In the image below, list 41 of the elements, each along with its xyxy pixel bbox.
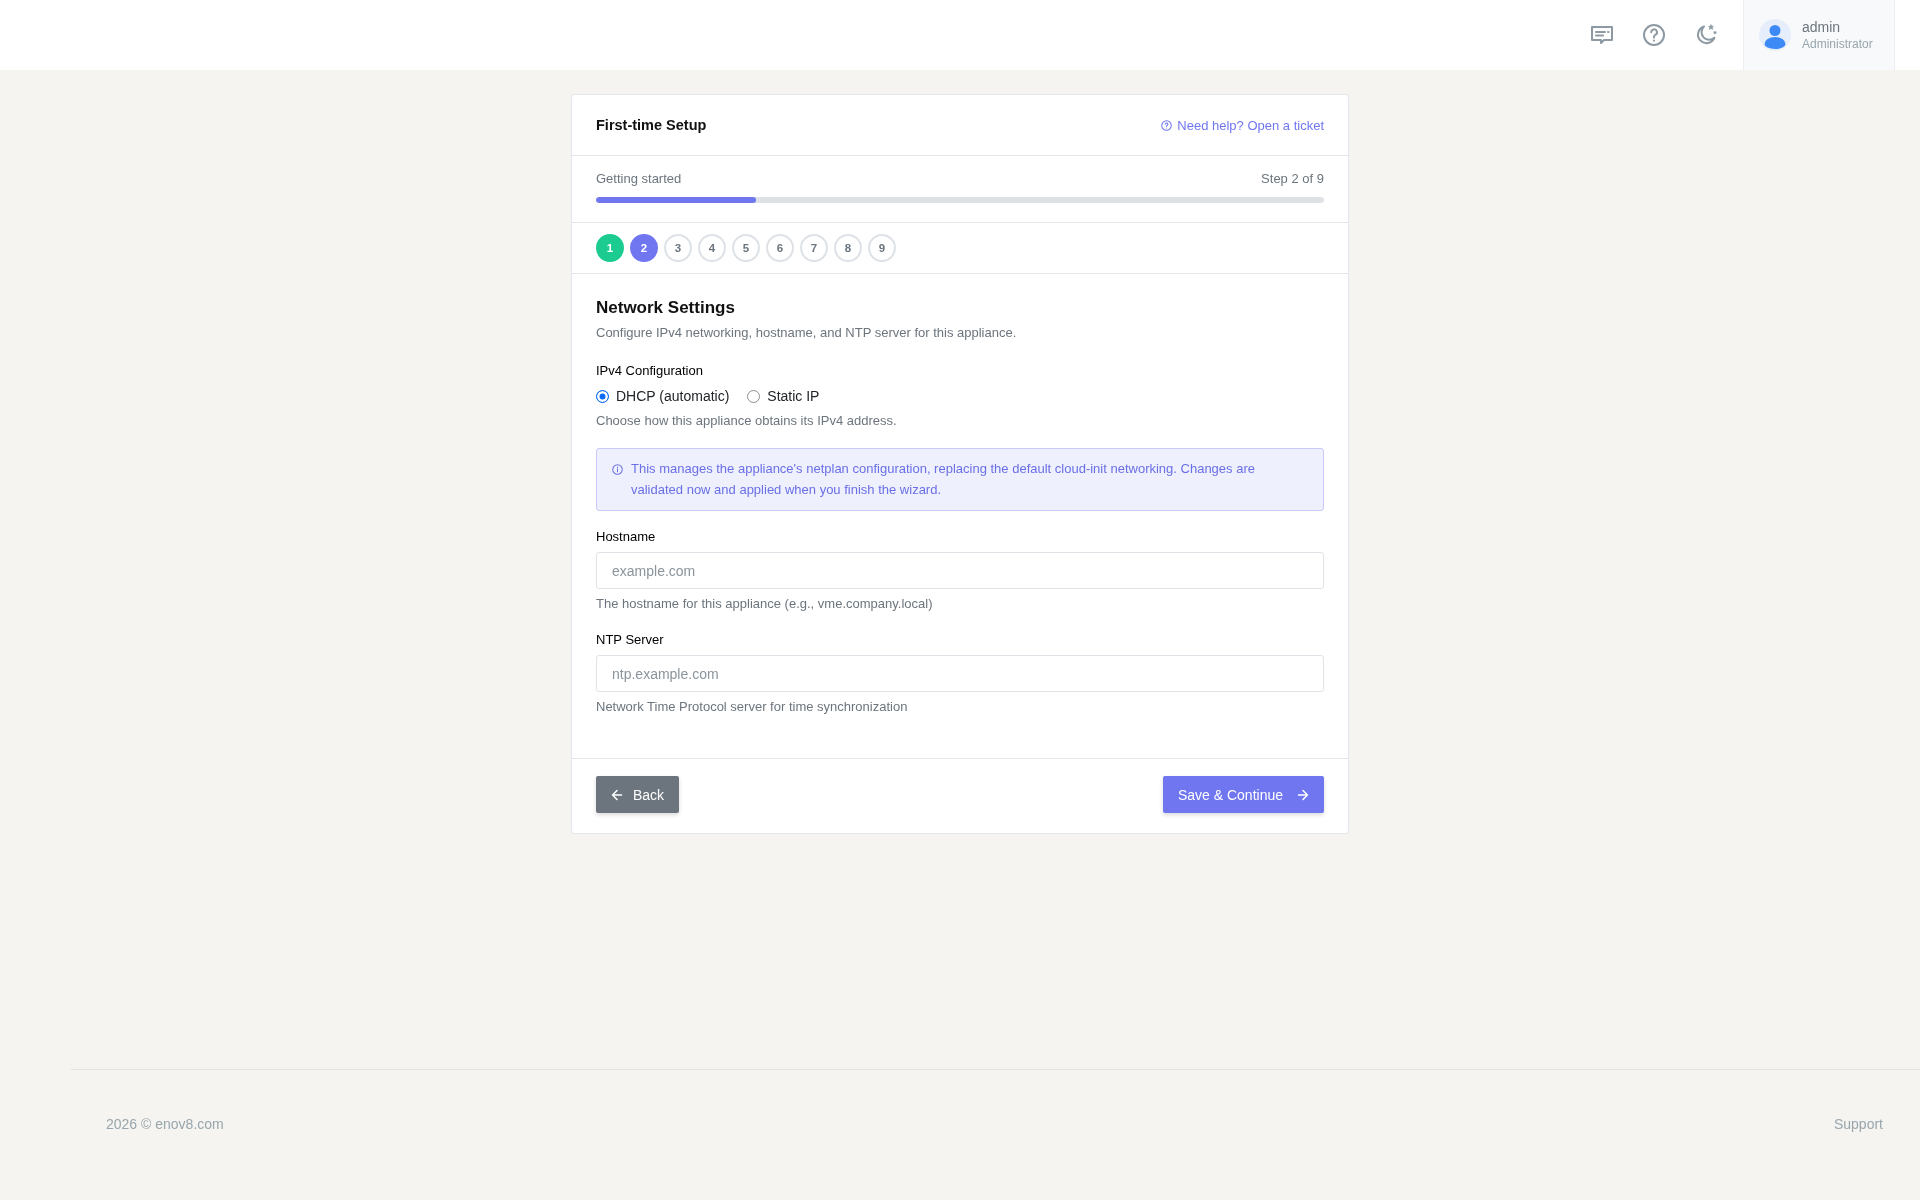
step-indicator[interactable]: 9 [868, 234, 896, 262]
help-icon[interactable] [1642, 23, 1666, 47]
section-description: Configure IPv4 networking, hostname, and NTP server for this appliance. [596, 324, 1018, 342]
help-text: Choose how this appliance obtains its IPv4 address. [596, 412, 898, 430]
user-role: Administrator [1802, 36, 1873, 52]
progress-label: Getting started [596, 170, 682, 188]
help-text: Network Time Protocol server for time synchronization [596, 698, 909, 716]
radio-button[interactable] [596, 389, 609, 403]
step-indicator[interactable]: 3 [664, 234, 692, 262]
text-input[interactable]: example.com [596, 552, 1324, 589]
field-label: Hostname [596, 528, 657, 546]
radio-button[interactable] [747, 389, 761, 403]
radio-label[interactable]: DHCP (automatic) [616, 388, 730, 404]
step-indicator[interactable]: 8 [834, 234, 862, 262]
chat-icon[interactable] [1590, 23, 1614, 47]
step-indicator[interactable]: 4 [698, 234, 726, 262]
moon-stars-icon[interactable] [1694, 23, 1718, 47]
section-title: Network Settings [596, 297, 736, 319]
help-circle-icon [1161, 119, 1173, 131]
save-continue-button[interactable]: Save & Continue [1162, 776, 1324, 813]
user-menu[interactable]: admin Administrator [1743, 0, 1895, 70]
info-icon [612, 464, 623, 475]
field-label: NTP Server [596, 631, 665, 649]
field-label: IPv4 Configuration [596, 362, 704, 380]
radio-label[interactable]: Static IP [767, 388, 820, 404]
step-indicator[interactable]: 7 [800, 234, 828, 262]
user-name: admin [1802, 18, 1842, 36]
copyright-text: 2026 © enov8.com [106, 1115, 224, 1134]
arrow-right-icon [1297, 788, 1309, 801]
back-button[interactable]: Back [596, 776, 680, 813]
step-indicator[interactable]: 2 [630, 234, 658, 262]
step-counter: Step 2 of 9 [1261, 170, 1324, 188]
help-text: The hostname for this appliance (e.g., vme.company.local) [596, 595, 934, 613]
help-link[interactable]: Need help? Open a ticket [1161, 117, 1324, 133]
step-indicator[interactable]: 5 [732, 234, 760, 262]
arrow-left-icon [611, 788, 623, 801]
step-indicator[interactable]: 6 [766, 234, 794, 262]
card-title: First-time Setup [596, 117, 707, 133]
avatar-icon [1759, 19, 1791, 51]
alert-text: This manages the appliance's netplan configuration, replacing the default cloud-init networking. Changes are validated now and applied when you finish the wizard. [631, 460, 1256, 499]
text-input[interactable]: ntp.example.com [596, 655, 1324, 692]
